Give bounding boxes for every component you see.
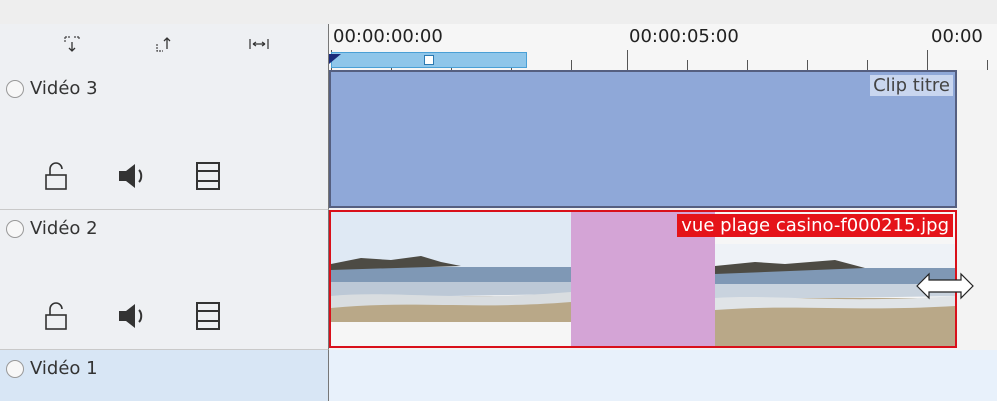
timecode-label: 00:00:05:00	[629, 26, 739, 47]
track-name: Vidéo 2	[30, 218, 98, 239]
fit-zoom-icon[interactable]	[247, 32, 271, 56]
timeline-ruler[interactable]: 00:00:00:00 00:00:05:00 00:00	[329, 24, 997, 70]
timeline-area[interactable]: Clip titre vue plage casino-f000215.jpg	[329, 70, 997, 401]
ruler-tick	[867, 60, 868, 70]
extract-zone-icon[interactable]	[152, 32, 176, 56]
insert-track-icon[interactable]	[60, 32, 84, 56]
track-name: Vidéo 3	[30, 78, 98, 99]
title-clip[interactable]: Clip titre	[329, 70, 957, 208]
track-header-video-3[interactable]: Vidéo 3	[0, 70, 329, 210]
track-select-radio[interactable]	[6, 359, 24, 378]
track-header-video-2[interactable]: Vidéo 2	[0, 210, 329, 350]
ruler-tick	[571, 60, 572, 70]
track-select-radio[interactable]	[6, 79, 24, 98]
track-name: Vidéo 1	[30, 358, 98, 379]
playhead-marker[interactable]	[329, 54, 341, 64]
track-select-radio[interactable]	[6, 219, 24, 238]
ruler-tick	[627, 50, 628, 70]
image-clip[interactable]: vue plage casino-f000215.jpg	[329, 210, 957, 348]
zone-handle[interactable]	[424, 55, 434, 65]
resize-cursor-icon	[913, 268, 977, 304]
ruler-tick	[927, 50, 928, 70]
lock-icon[interactable]	[36, 297, 76, 335]
ruler-tick	[747, 60, 748, 70]
speaker-icon[interactable]	[112, 157, 152, 195]
timeline-zone[interactable]	[331, 52, 527, 68]
clip-label: vue plage casino-f000215.jpg	[677, 214, 953, 237]
ruler-tick	[687, 60, 688, 70]
speaker-icon[interactable]	[112, 297, 152, 335]
track-header-video-1[interactable]: Vidéo 1	[0, 350, 329, 401]
ruler-tick	[987, 60, 988, 70]
track-lane-video-1[interactable]	[329, 350, 997, 401]
ruler-tick	[807, 60, 808, 70]
film-icon[interactable]	[188, 297, 228, 335]
clip-thumbnail	[331, 212, 571, 322]
timecode-label: 00:00:00:00	[333, 26, 443, 47]
timeline-header	[0, 24, 329, 70]
timecode-label: 00:00	[931, 26, 983, 47]
top-strip	[0, 0, 997, 25]
film-icon[interactable]	[188, 157, 228, 195]
clip-label: Clip titre	[870, 75, 953, 96]
lock-icon[interactable]	[36, 157, 76, 195]
